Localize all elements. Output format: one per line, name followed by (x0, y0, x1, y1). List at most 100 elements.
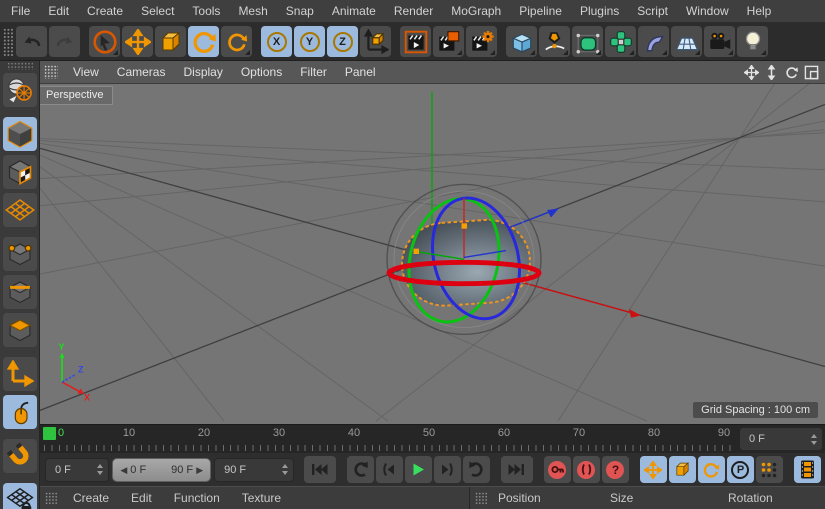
key-position-toggle[interactable] (639, 456, 667, 483)
tweak-mode-button[interactable] (2, 395, 37, 429)
key-rotation-toggle[interactable] (697, 456, 725, 483)
light-button[interactable] (737, 26, 768, 57)
menu-window[interactable]: Window (677, 0, 738, 22)
redo-icon (56, 36, 72, 46)
material-menu-texture[interactable]: Texture (231, 487, 292, 509)
toolbar-grip[interactable] (3, 27, 13, 56)
mode-toolbar-grip[interactable] (6, 62, 33, 70)
undo-button[interactable] (16, 26, 47, 57)
go-to-previous-frame-button[interactable] (375, 456, 403, 483)
material-menu-create[interactable]: Create (62, 487, 120, 509)
frame-dropdown-field[interactable]: 0 F (739, 427, 823, 451)
go-to-previous-key-button[interactable] (346, 456, 374, 483)
gizmo-handle-y[interactable] (461, 223, 468, 229)
range-right-arrow-icon[interactable]: ▶ (196, 465, 203, 475)
go-to-next-key-button[interactable] (462, 456, 490, 483)
viewport-menu-cameras[interactable]: Cameras (108, 61, 175, 83)
add-cube-primitive-button[interactable] (506, 26, 537, 57)
enable-axis-button[interactable] (2, 357, 37, 391)
menu-mesh[interactable]: Mesh (229, 0, 276, 22)
dolly-view-icon[interactable] (764, 64, 779, 80)
menu-select[interactable]: Select (132, 0, 183, 22)
menu-edit[interactable]: Edit (39, 0, 78, 22)
viewport-menu-view[interactable]: View (64, 61, 108, 83)
camera-label[interactable]: Perspective (40, 86, 114, 105)
menu-plugins[interactable]: Plugins (571, 0, 628, 22)
menu-tools[interactable]: Tools (183, 0, 229, 22)
polygons-mode-button[interactable] (2, 313, 37, 347)
viewport-menu-filter[interactable]: Filter (291, 61, 336, 83)
menu-create[interactable]: Create (78, 0, 132, 22)
redo-button[interactable] (49, 26, 80, 57)
viewport-menu-display[interactable]: Display (174, 61, 231, 83)
texture-mode-button[interactable] (2, 155, 37, 189)
material-menu-function[interactable]: Function (163, 487, 231, 509)
subdivision-surface-button[interactable] (572, 26, 603, 57)
render-view-button[interactable] (400, 26, 431, 57)
render-to-picture-viewer-button[interactable] (433, 26, 464, 57)
model-mode-button[interactable] (2, 117, 37, 151)
timeline-scrub-area[interactable]: 0 10 20 30 40 50 60 70 80 90 (40, 425, 735, 453)
coordinate-system-button[interactable] (360, 26, 391, 57)
menu-render[interactable]: Render (385, 0, 442, 22)
viewport-menu-options[interactable]: Options (232, 61, 291, 83)
toggle-panel-icon[interactable] (804, 65, 819, 80)
pan-view-icon[interactable] (744, 64, 759, 80)
snap-settings-button[interactable] (2, 439, 37, 473)
edges-mode-button[interactable] (2, 275, 37, 309)
y-axis-lock-button[interactable]: Y (294, 26, 325, 57)
key-parameter-toggle[interactable]: P (726, 456, 754, 483)
rotate-tool-button[interactable] (188, 26, 219, 57)
viewport-menu-panel[interactable]: Panel (336, 61, 385, 83)
menu-animate[interactable]: Animate (323, 0, 385, 22)
menu-help[interactable]: Help (738, 0, 781, 22)
live-selection-button[interactable] (89, 26, 120, 57)
keyframe-selection-button[interactable]: ? (601, 456, 629, 483)
edit-render-settings-button[interactable] (466, 26, 497, 57)
open-timeline-button[interactable] (794, 456, 821, 483)
stepper-arrows-icon[interactable] (276, 464, 288, 475)
key-point-level-toggle[interactable] (755, 456, 783, 483)
stepper-arrows-icon[interactable] (91, 464, 104, 475)
stepper-arrows-icon[interactable] (805, 433, 817, 445)
material-manager-grip[interactable] (45, 491, 58, 505)
z-axis-lock-button[interactable]: Z (327, 26, 358, 57)
timeline-playhead[interactable] (43, 427, 56, 440)
lock-workplane-button[interactable] (2, 483, 37, 509)
coordinate-manager-grip[interactable] (475, 491, 488, 505)
points-mode-button[interactable] (2, 237, 37, 271)
end-frame-field[interactable]: 90 F (214, 457, 294, 482)
move-tool-button[interactable] (122, 26, 153, 57)
current-frame-field[interactable]: 0 F (45, 457, 110, 482)
menu-file[interactable]: File (2, 0, 39, 22)
play-forward-button[interactable] (404, 456, 432, 483)
x-axis-lock-button[interactable]: X (261, 26, 292, 57)
autokeying-button[interactable] (572, 456, 600, 483)
bend-deformer-button[interactable] (638, 26, 669, 57)
go-to-start-button[interactable] (303, 456, 336, 483)
preview-range-slider[interactable]: ◀ 0 F 90 F ▶ (112, 457, 212, 482)
workplane-mode-button[interactable] (2, 193, 37, 227)
perspective-viewport[interactable]: Y X Z Perspective Grid Spacing : 100 cm (40, 84, 825, 424)
array-generator-button[interactable] (605, 26, 636, 57)
menu-snap[interactable]: Snap (277, 0, 323, 22)
viewport-menu-grip[interactable] (44, 65, 58, 79)
spline-pen-button[interactable] (539, 26, 570, 57)
gizmo-handle-x[interactable] (413, 248, 420, 254)
last-used-tool-button[interactable] (221, 26, 252, 57)
material-menu-edit[interactable]: Edit (120, 487, 163, 509)
key-scale-toggle[interactable] (668, 456, 696, 483)
menu-pipeline[interactable]: Pipeline (510, 0, 571, 22)
viewport-canvas[interactable]: Y X Z (40, 84, 825, 424)
go-to-next-frame-button[interactable] (433, 456, 461, 483)
menu-script[interactable]: Script (628, 0, 677, 22)
go-to-end-button[interactable] (500, 456, 533, 483)
range-left-arrow-icon[interactable]: ◀ (120, 465, 127, 475)
camera-button[interactable] (704, 26, 735, 57)
make-editable-button[interactable] (2, 73, 37, 107)
menu-mograph[interactable]: MoGraph (442, 0, 510, 22)
floor-environment-button[interactable] (671, 26, 702, 57)
scale-tool-button[interactable] (155, 26, 186, 57)
record-keyframe-button[interactable] (543, 456, 571, 483)
rotate-view-icon[interactable] (784, 65, 799, 80)
